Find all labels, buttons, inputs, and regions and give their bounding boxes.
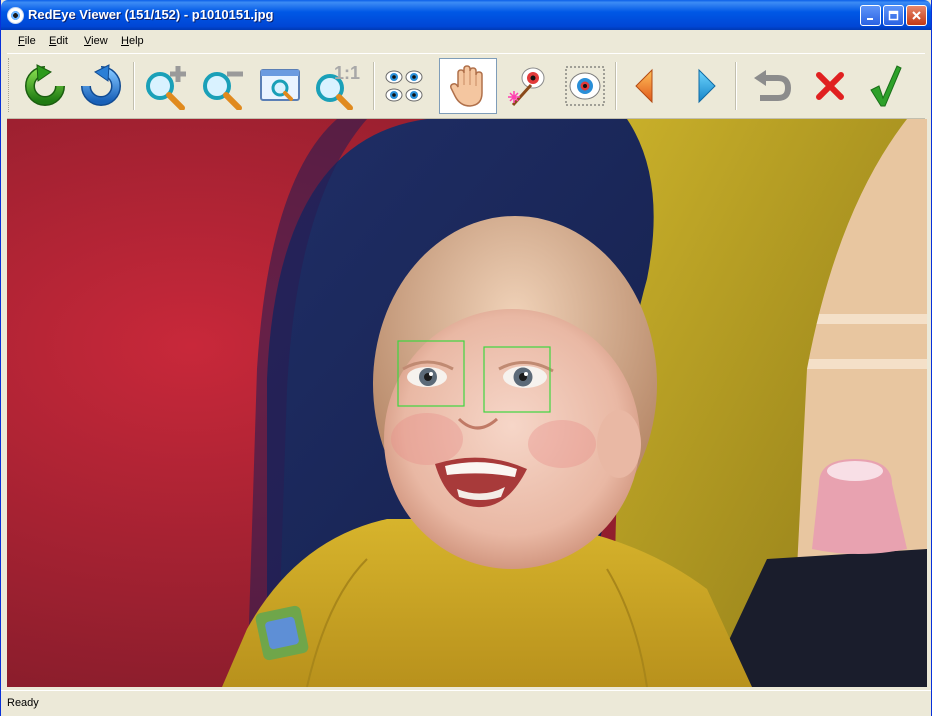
zoom-actual-size-button[interactable]: 1:1 [311,60,363,112]
undo-button[interactable] [745,60,797,112]
toolbar-separator [373,62,375,110]
select-eye-icon [565,66,605,106]
photo [7,119,927,687]
toolbar-grip[interactable] [8,58,12,112]
zoom-fit-window-button[interactable] [255,60,307,112]
magic-wand-eye-icon [508,67,545,107]
menu-file[interactable]: File [18,35,36,47]
zoom-in-icon [146,66,186,110]
zoom-fit-window-icon [260,69,300,101]
select-eye-button[interactable] [559,60,611,112]
rotate-right-button[interactable] [75,60,127,112]
toolbar-separator [735,62,737,110]
maximize-button[interactable] [883,5,904,26]
window-title: RedEye Viewer (151/152) - p1010151.jpg [28,7,274,22]
status-text: Ready [7,697,39,709]
hand-pan-icon [450,65,483,107]
minimize-icon [867,18,873,20]
menu-bar: File Edit View Help [1,30,931,52]
previous-arrow-icon [635,68,653,104]
minimize-button[interactable] [860,5,881,26]
image-viewer-canvas[interactable] [7,119,927,687]
accept-button[interactable] [859,60,911,112]
rotate-left-icon [25,64,65,106]
status-bar: Ready [1,690,931,716]
app-window: RedEye Viewer (151/152) - p1010151.jpg F… [0,0,932,716]
detect-eyes-icon [385,70,423,102]
magic-wand-eye-button[interactable] [502,60,554,112]
rotate-right-icon [81,64,121,106]
redeye-app-icon[interactable] [7,7,24,24]
reject-button[interactable] [804,60,856,112]
next-image-button[interactable] [680,60,732,112]
maximize-icon [888,10,899,21]
reject-icon [816,72,844,100]
rotate-left-button[interactable] [19,60,71,112]
previous-image-button[interactable] [619,60,671,112]
zoom-out-icon [203,71,243,110]
title-bar[interactable]: RedEye Viewer (151/152) - p1010151.jpg [1,0,931,30]
detect-eyes-button[interactable] [378,60,430,112]
zoom-out-button[interactable] [197,60,249,112]
svg-text:1:1: 1:1 [334,63,360,83]
zoom-actual-size-icon: 1:1 [316,63,360,110]
menu-help[interactable]: Help [121,35,144,47]
close-button[interactable] [906,5,927,26]
accept-icon [870,65,902,107]
menu-view[interactable]: View [84,35,108,47]
toolbar-separator [615,62,617,110]
hand-pan-button[interactable] [439,58,497,114]
next-arrow-icon [698,68,716,104]
toolbar-separator [133,62,135,110]
zoom-in-button[interactable] [140,60,192,112]
undo-icon [754,70,792,101]
menu-edit[interactable]: Edit [49,35,68,47]
close-icon [912,11,921,20]
main-toolbar: 1:1 [7,53,925,119]
